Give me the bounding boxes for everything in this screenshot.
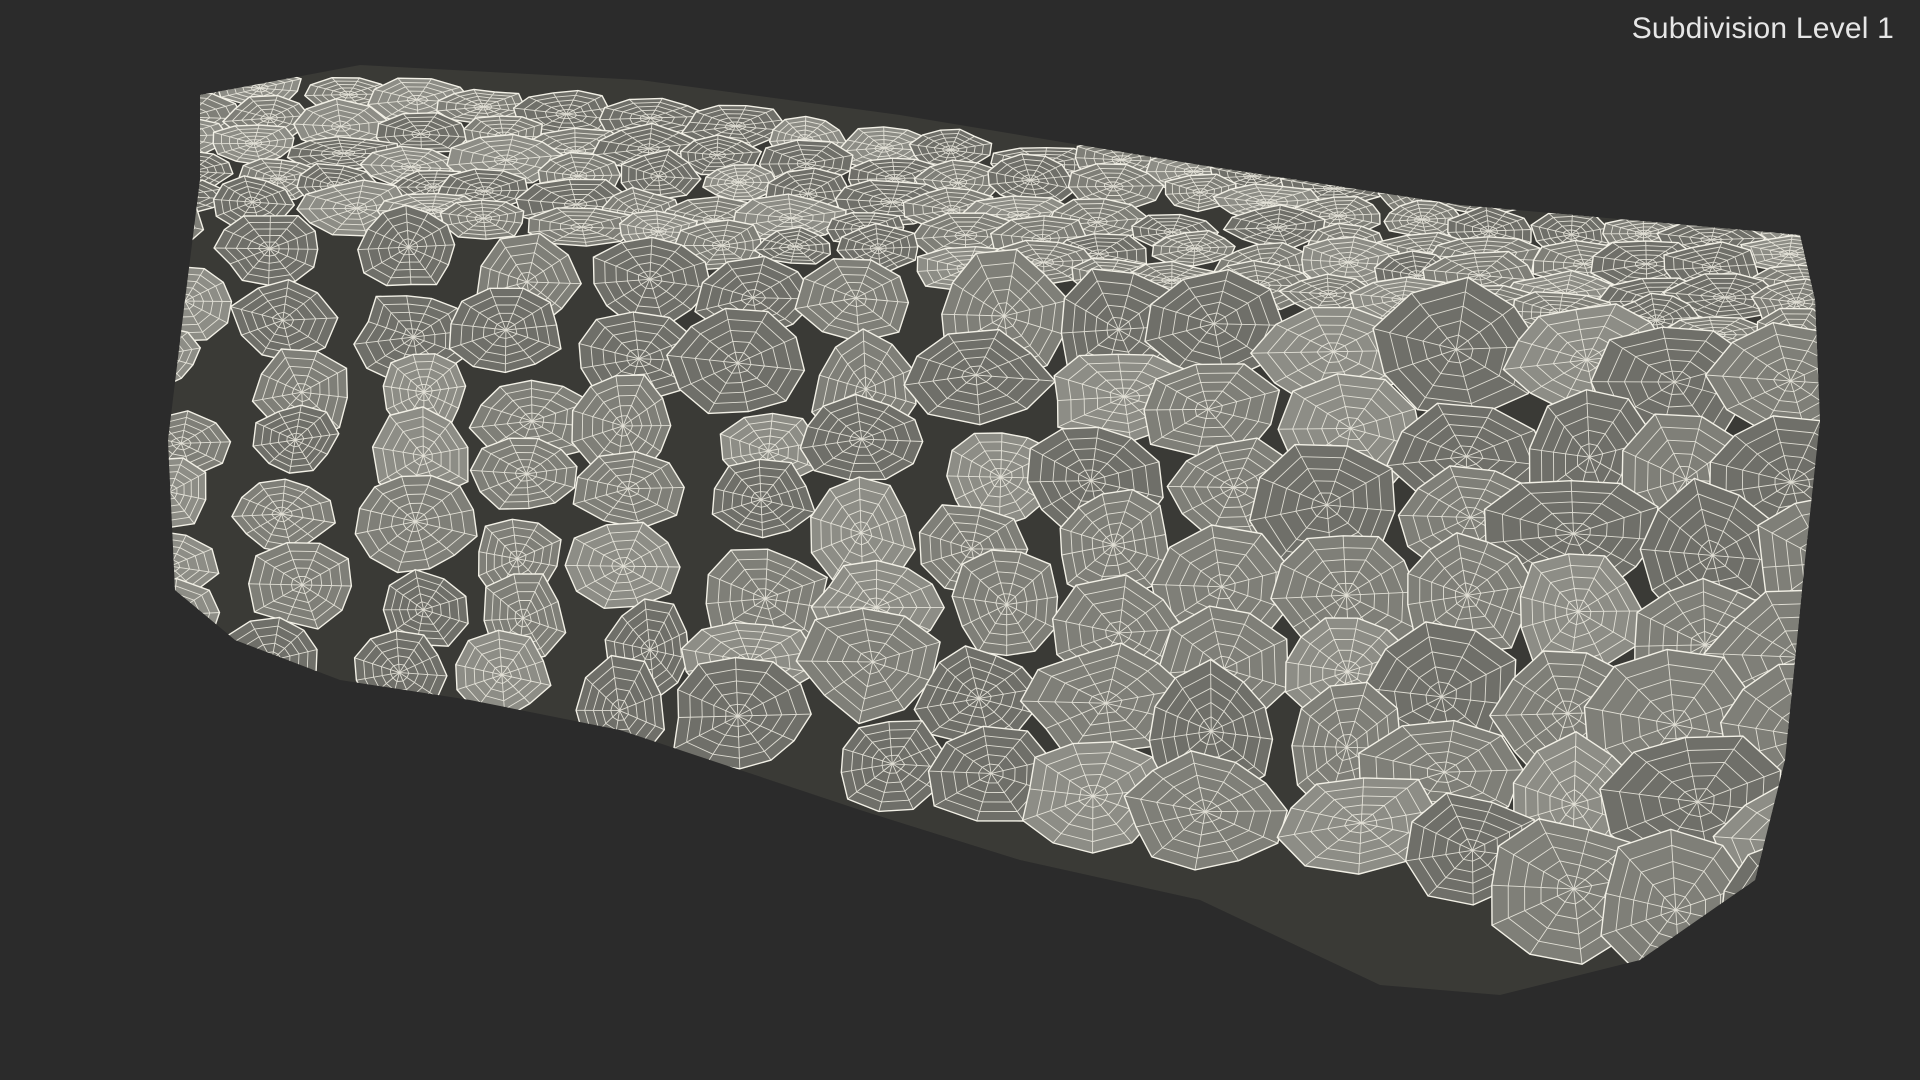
- stone: [1541, 178, 1627, 221]
- stone: [168, 191, 205, 252]
- stone: [168, 117, 228, 156]
- stone: [168, 577, 221, 652]
- stone: [439, 199, 525, 240]
- stone: [168, 457, 207, 529]
- 3d-viewport[interactable]: Subdivision Level 1: [0, 0, 1920, 1080]
- stone-wall-model: [168, 65, 1820, 995]
- stone: [168, 265, 233, 342]
- subdivision-level-label: Subdivision Level 1: [1631, 12, 1894, 45]
